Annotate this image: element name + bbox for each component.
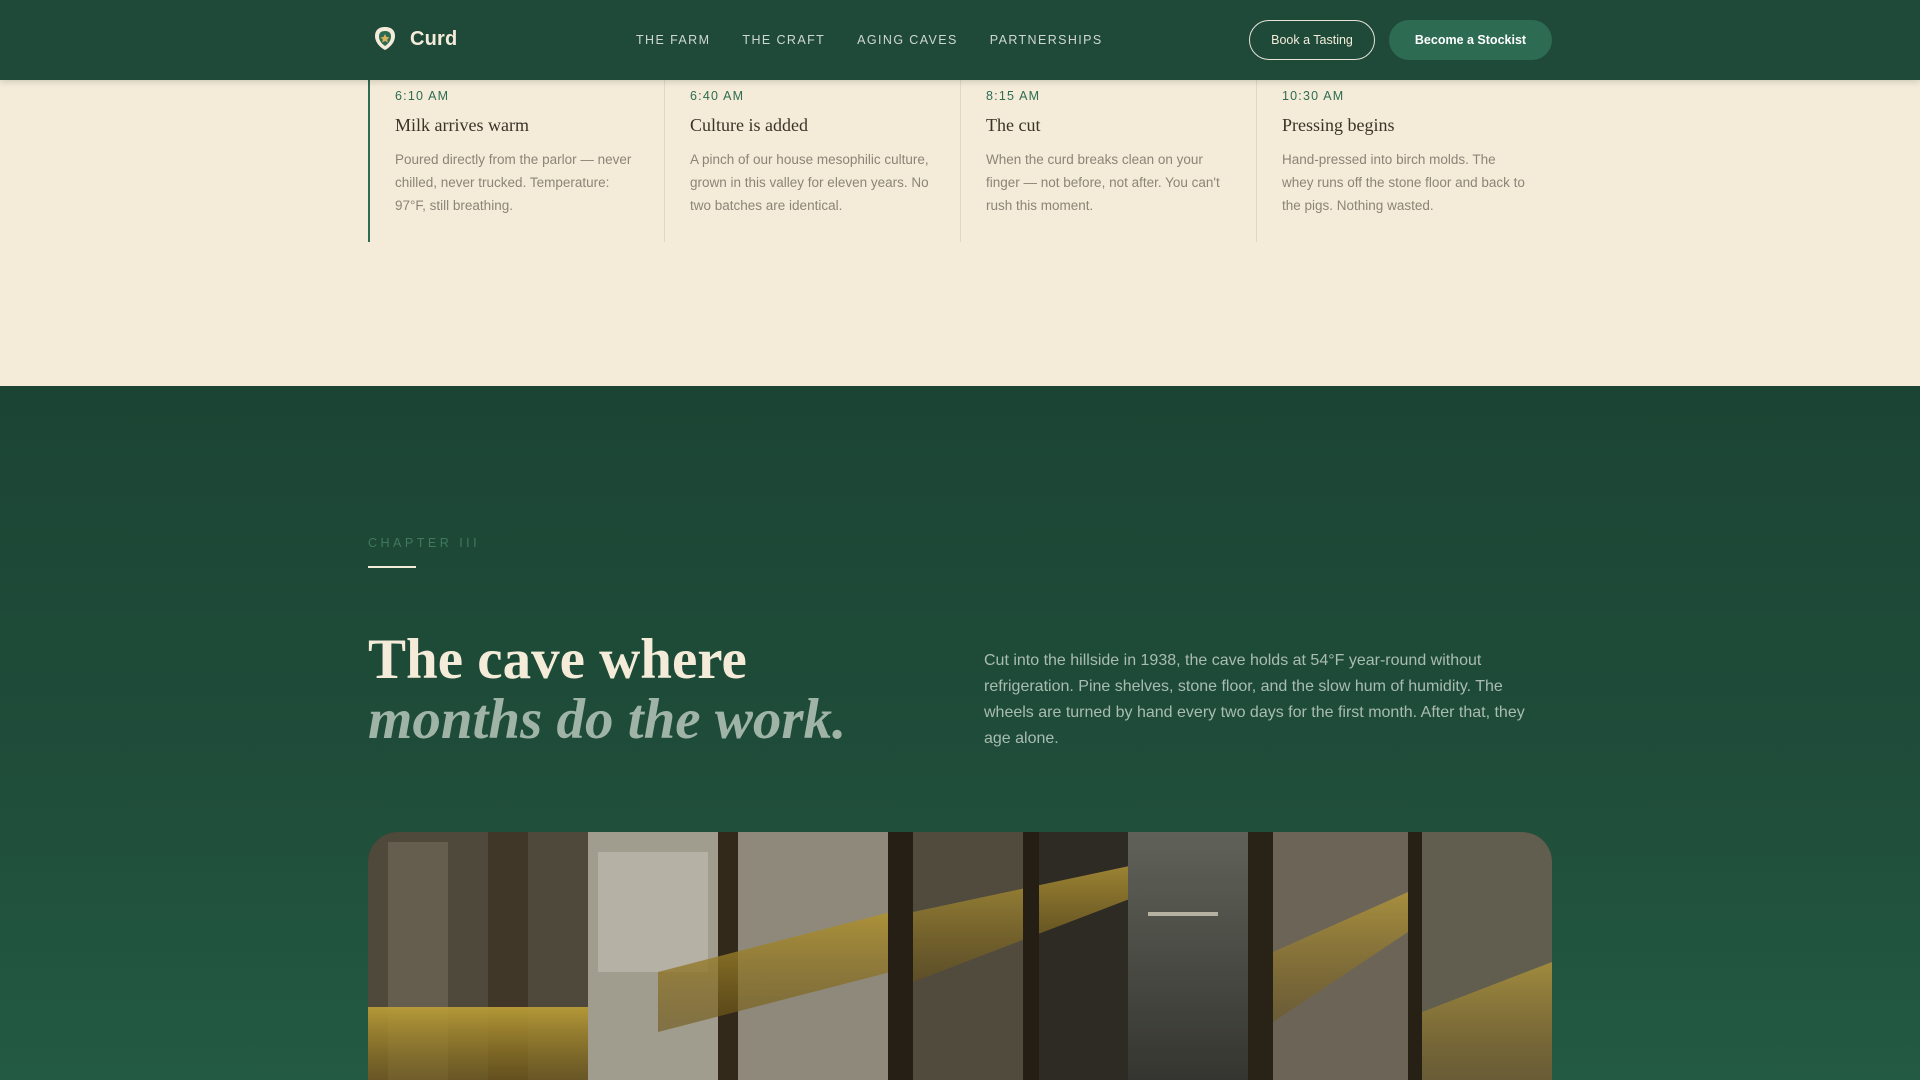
step-description: A pinch of our house mesophilic culture,… — [690, 152, 929, 213]
step-title: The cut — [986, 115, 1041, 135]
timeline-step: 6:10 AM Milk arrives warm Poured directl… — [368, 80, 664, 242]
nav-the-craft[interactable]: THE CRAFT — [742, 33, 825, 47]
nav-aging-caves[interactable]: AGING CAVES — [857, 33, 958, 47]
headline-line-1: The cave where — [368, 628, 747, 691]
step-description: Hand-pressed into birch molds. The whey … — [1282, 152, 1525, 213]
cave-photo-illustration — [368, 832, 1552, 1080]
step-description: Poured directly from the parlor — never … — [395, 152, 632, 213]
step-time: 8:15 AM — [986, 89, 1041, 103]
brand-name: Curd — [410, 27, 458, 50]
become-stockist-button[interactable]: Become a Stockist — [1389, 20, 1552, 60]
step-title: Pressing begins — [1282, 115, 1395, 135]
chapter-label: CHAPTER III — [368, 536, 481, 550]
timeline-grid: 6:10 AM Milk arrives warm Poured directl… — [368, 80, 1552, 242]
step-description: When the curd breaks clean on your finge… — [986, 152, 1220, 213]
site-header: Curd THE FARM THE CRAFT AGING CAVES PART… — [0, 0, 1920, 80]
step-time: 10:30 AM — [1282, 89, 1345, 103]
process-timeline: 6:10 AM Milk arrives warm Poured directl… — [0, 80, 1920, 386]
logo-icon — [375, 27, 395, 50]
nav-the-farm[interactable]: THE FARM — [636, 33, 710, 47]
step-time: 6:10 AM — [395, 89, 450, 103]
headline-line-2: months do the work. — [368, 688, 847, 751]
section-headline: The cave where months do the work. — [368, 630, 846, 750]
step-title: Milk arrives warm — [395, 115, 529, 135]
timeline-step: 8:15 AM The cut When the curd breaks cle… — [960, 80, 1256, 242]
timeline-step: 10:30 AM Pressing begins Hand-pressed in… — [1256, 80, 1552, 242]
cave-photo — [368, 832, 1552, 1080]
chapter-divider — [368, 566, 416, 568]
step-time: 6:40 AM — [690, 89, 745, 103]
timeline-step: 6:40 AM Culture is added A pinch of our … — [664, 80, 960, 242]
book-tasting-button[interactable]: Book a Tasting — [1249, 20, 1375, 60]
aging-cave-section: CHAPTER III The cave where months do the… — [0, 386, 1920, 1080]
step-title: Culture is added — [690, 115, 808, 135]
nav-partnerships[interactable]: PARTNERSHIPS — [990, 33, 1103, 47]
section-description: Cut into the hillside in 1938, the cave … — [984, 652, 1525, 747]
brand-logo[interactable]: Curd — [372, 24, 457, 54]
main-nav: THE FARM THE CRAFT AGING CAVES PARTNERSH… — [636, 0, 1103, 80]
